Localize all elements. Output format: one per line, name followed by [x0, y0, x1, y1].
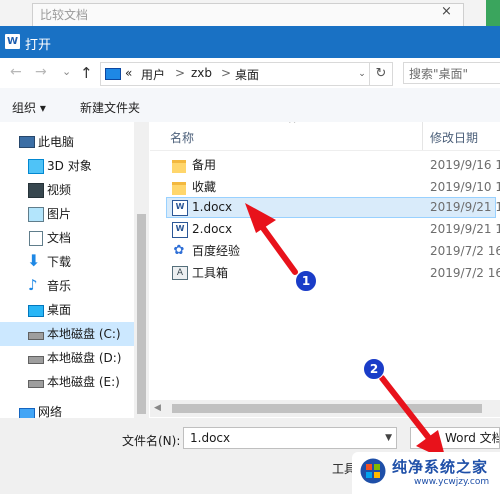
watermark-url: www.ycwjzy.com — [414, 477, 490, 487]
site-watermark: 纯净系统之家 www.ycwjzy.com — [352, 452, 500, 494]
annotation-arrows — [245, 203, 446, 460]
step-badge-1: 1 — [295, 270, 317, 292]
windows-logo-icon — [360, 458, 386, 484]
step-badge-2: 2 — [363, 358, 385, 380]
annotation-arrow-1 — [255, 218, 298, 275]
annotation-arrowhead-1 — [245, 203, 276, 233]
watermark-title: 纯净系统之家 — [392, 458, 489, 476]
annotation-arrow-2 — [379, 375, 435, 445]
